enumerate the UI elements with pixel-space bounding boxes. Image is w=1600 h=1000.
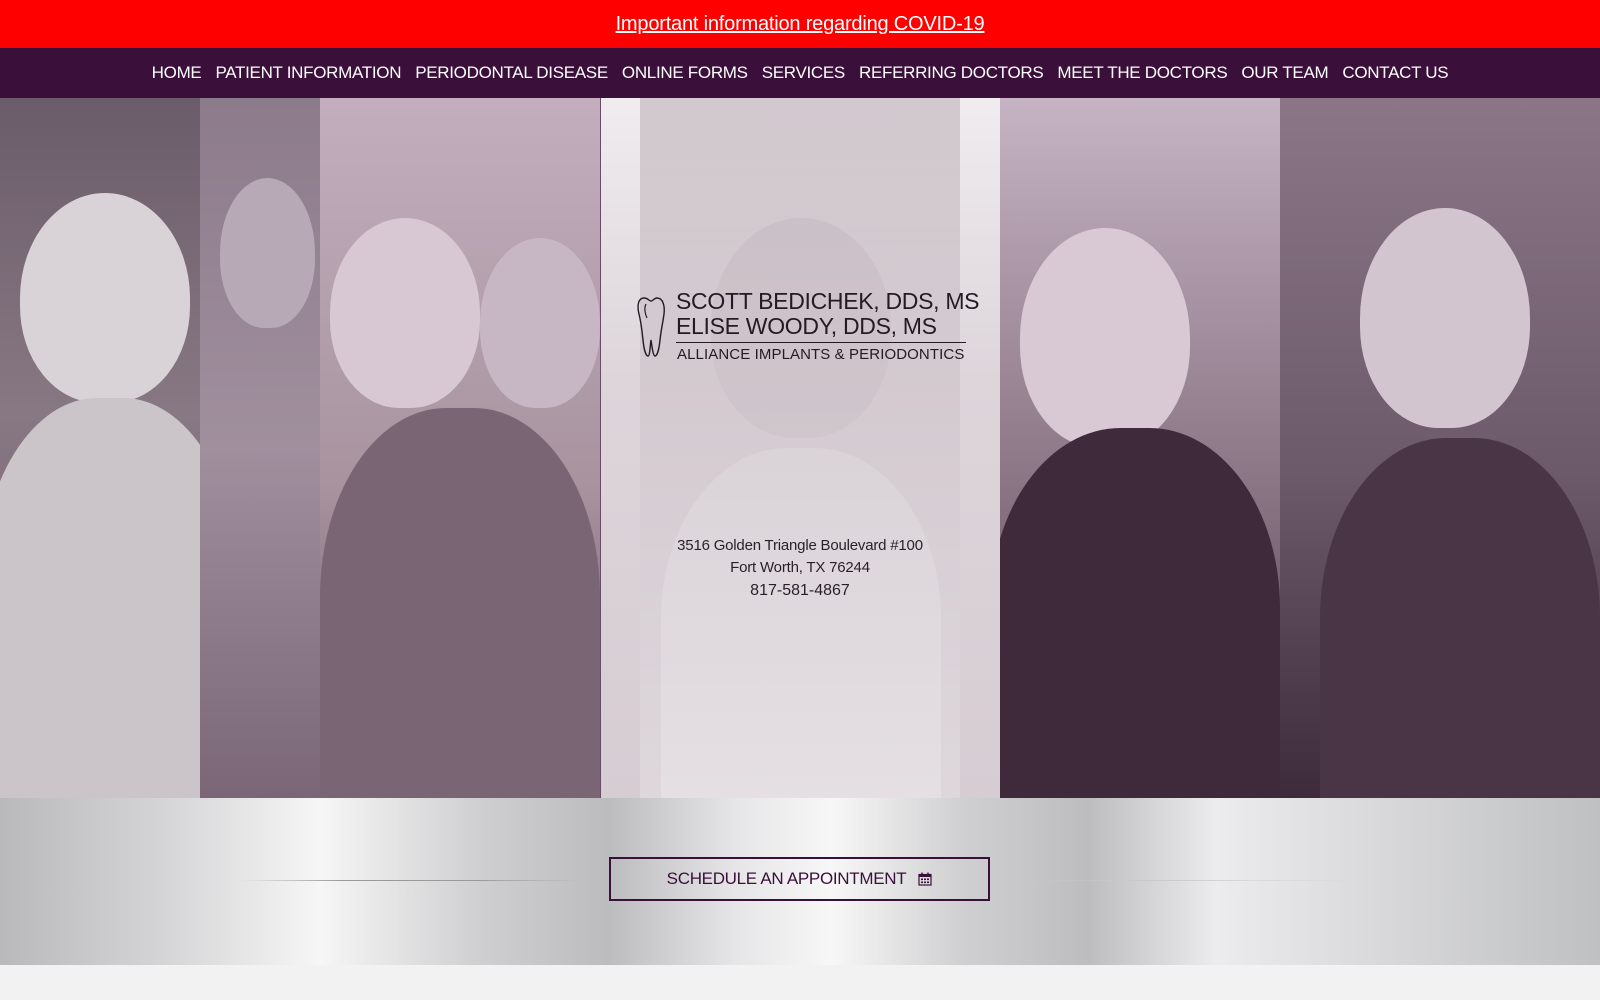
body-shape (1000, 428, 1280, 798)
face-shape (1020, 228, 1190, 448)
nav-item-meet-the-doctors[interactable]: MEET THE DOCTORS (1050, 63, 1234, 83)
nav-item-contact-us[interactable]: CONTACT US (1335, 63, 1455, 83)
hero-banner: SCOTT BEDICHEK, DDS, MS ELISE WOODY, DDS… (0, 98, 1600, 798)
address-line-1[interactable]: 3516 Golden Triangle Boulevard #100 (600, 535, 1000, 557)
doctor-name-1: SCOTT BEDICHEK, DDS, MS (676, 288, 980, 314)
cta-band: SCHEDULE AN APPOINTMENT (0, 798, 1600, 965)
tooth-icon (637, 297, 665, 357)
face-shape (480, 238, 600, 408)
nav-item-services[interactable]: SERVICES (755, 63, 852, 83)
schedule-appointment-button[interactable]: SCHEDULE AN APPOINTMENT (609, 857, 990, 901)
practice-address: 3516 Golden Triangle Boulevard #100 Fort… (600, 535, 1000, 600)
practice-logo[interactable]: SCOTT BEDICHEK, DDS, MS ELISE WOODY, DDS… (636, 288, 980, 378)
covid-info-link[interactable]: Important information regarding COVID-19 (616, 13, 985, 36)
logo-divider (676, 342, 966, 343)
practice-name: ALLIANCE IMPLANTS & PERIODONTICS (677, 346, 965, 363)
nav-item-patient-information[interactable]: PATIENT INFORMATION (208, 63, 408, 83)
covid-announcement-bar: Important information regarding COVID-19 (0, 0, 1600, 48)
nav-item-periodontal-disease[interactable]: PERIODONTAL DISEASE (408, 63, 615, 83)
center-overlay-strip (640, 98, 960, 798)
body-shape (320, 408, 600, 798)
nav-item-our-team[interactable]: OUR TEAM (1234, 63, 1335, 83)
calendar-icon (918, 872, 932, 886)
hero-photo-couple (320, 98, 600, 798)
phone-number[interactable]: 817-581-4867 (600, 582, 1000, 600)
hero-photo-young-woman (1280, 98, 1600, 798)
doctor-name-2: ELISE WOODY, DDS, MS (676, 313, 937, 339)
main-nav: HOME PATIENT INFORMATION PERIODONTAL DIS… (0, 48, 1600, 98)
nav-item-home[interactable]: HOME (145, 63, 209, 83)
nav-item-online-forms[interactable]: ONLINE FORMS (615, 63, 755, 83)
face-shape (330, 218, 480, 408)
page-footer-strip (0, 965, 1600, 1000)
schedule-appointment-label: SCHEDULE AN APPOINTMENT (666, 869, 907, 888)
nav-item-referring-doctors[interactable]: REFERRING DOCTORS (852, 63, 1050, 83)
divider-right (1020, 880, 1360, 881)
hero-photo-man-glasses (1000, 98, 1280, 798)
body-shape (1320, 438, 1600, 798)
face-shape (1360, 208, 1530, 428)
divider-left (240, 880, 580, 881)
address-line-2[interactable]: Fort Worth, TX 76244 (600, 557, 1000, 579)
face-shape (20, 193, 190, 403)
face-shape (220, 178, 315, 328)
hero-photo-woman-background (200, 98, 320, 798)
